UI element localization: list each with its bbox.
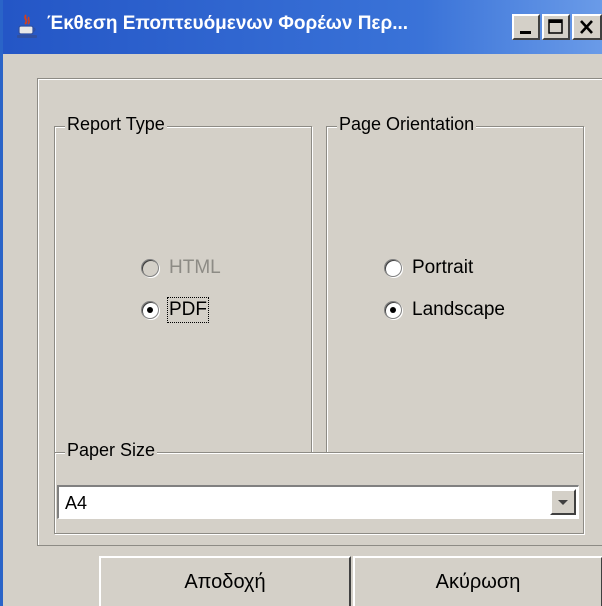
radio-portrait[interactable]: Portrait xyxy=(384,257,473,279)
minimize-icon xyxy=(520,31,531,34)
options-panel: Report Type HTML PDF Page Orientation Po… xyxy=(37,78,602,546)
minimize-button[interactable] xyxy=(512,14,540,40)
paper-size-select[interactable]: A4 xyxy=(57,485,579,519)
radio-portrait-label[interactable]: Portrait xyxy=(412,257,473,279)
report-type-legend: Report Type xyxy=(65,114,167,135)
dialog-window: Έκθεση Εποπτευόμενων Φορέων Περ... Repor… xyxy=(0,0,602,606)
java-cup-icon xyxy=(17,14,37,38)
radio-html-label: HTML xyxy=(169,257,221,278)
accept-button[interactable]: Αποδοχή xyxy=(99,556,351,606)
title-bar[interactable]: Έκθεση Εποπτευόμενων Φορέων Περ... xyxy=(3,0,602,54)
close-icon xyxy=(580,20,593,34)
radio-landscape[interactable]: Landscape xyxy=(384,299,505,321)
radio-portrait-button[interactable] xyxy=(384,259,402,277)
radio-html-button xyxy=(141,259,159,277)
paper-size-legend: Paper Size xyxy=(65,440,158,461)
report-type-group: Report Type HTML PDF xyxy=(54,114,312,453)
dropdown-arrow-button[interactable] xyxy=(550,489,576,515)
paper-size-value: A4 xyxy=(65,493,88,513)
radio-html: HTML xyxy=(141,257,221,279)
paper-size-group: Paper Size A4 xyxy=(54,440,584,534)
radio-pdf-label[interactable]: PDF xyxy=(167,297,209,323)
radio-pdf-button[interactable] xyxy=(141,301,159,319)
cancel-button[interactable]: Ακύρωση xyxy=(353,556,602,606)
radio-landscape-label[interactable]: Landscape xyxy=(412,299,505,321)
chevron-down-icon xyxy=(558,500,568,505)
close-button[interactable] xyxy=(572,14,602,40)
maximize-button[interactable] xyxy=(542,14,570,40)
maximize-icon xyxy=(548,19,563,34)
radio-pdf[interactable]: PDF xyxy=(141,297,209,323)
window-title: Έκθεση Εποπτευόμενων Φορέων Περ... xyxy=(47,13,409,34)
page-orientation-legend: Page Orientation xyxy=(337,114,477,135)
radio-landscape-button[interactable] xyxy=(384,301,402,319)
page-orientation-group: Page Orientation Portrait Landscape xyxy=(326,114,584,453)
